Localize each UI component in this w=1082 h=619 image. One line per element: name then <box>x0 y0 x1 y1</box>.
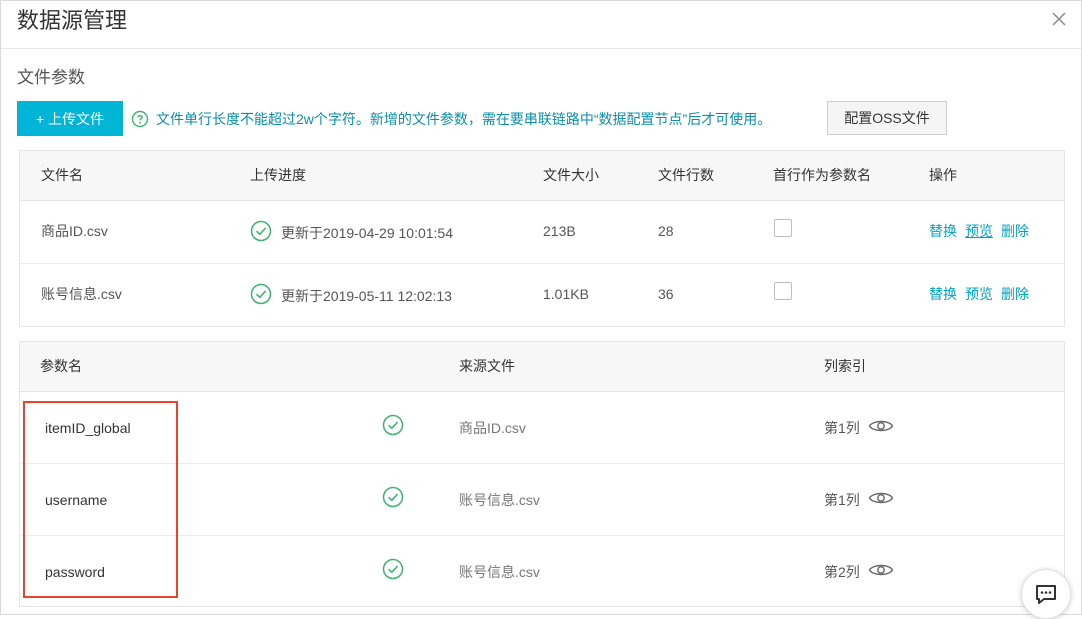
table-row: password 账号信息.csv 第2列 <box>20 536 1064 606</box>
success-check-icon <box>250 283 272 305</box>
upload-tip-text: 文件单行长度不能超过2w个字符。新增的文件参数，需在要串联链路中“数据配置节点”… <box>156 111 772 127</box>
params-table: 参数名 来源文件 列索引 itemID_global 商品ID.csv 第1列 … <box>19 341 1065 607</box>
files-table-header: 文件名 上传进度 文件大小 文件行数 首行作为参数名 操作 <box>20 151 1064 201</box>
file-lines: 28 <box>658 223 674 239</box>
upload-progress-text: 更新于2019-04-29 10:01:54 <box>281 225 453 241</box>
col-header-column-index: 列索引 <box>824 358 866 374</box>
success-check-icon <box>382 558 404 580</box>
configure-oss-button[interactable]: 配置OSS文件 <box>827 101 947 135</box>
column-index: 第1列 <box>824 420 860 436</box>
files-table: 文件名 上传进度 文件大小 文件行数 首行作为参数名 操作 商品ID.csv 更… <box>19 150 1065 327</box>
chat-bubble-icon <box>1036 585 1056 604</box>
preview-link[interactable]: 预览 <box>965 284 993 304</box>
first-row-header-checkbox[interactable] <box>774 219 792 237</box>
eye-icon[interactable] <box>868 562 894 578</box>
data-source-dialog: 数据源管理 文件参数 + 上传文件 文件单行长度不能超过2w个字符。新增的文件参… <box>0 0 1082 615</box>
file-size: 1.01KB <box>543 286 589 302</box>
col-header-source-file: 来源文件 <box>459 358 515 374</box>
eye-icon[interactable] <box>868 490 894 506</box>
file-lines: 36 <box>658 286 674 302</box>
delete-link[interactable]: 删除 <box>1001 221 1029 241</box>
success-check-icon <box>382 486 404 508</box>
chat-support-button[interactable] <box>1021 569 1071 619</box>
dialog-title: 数据源管理 <box>17 8 128 33</box>
col-header-lines: 文件行数 <box>658 167 714 183</box>
replace-link[interactable]: 替换 <box>929 284 957 304</box>
close-icon[interactable] <box>1051 11 1067 27</box>
source-file: 账号信息.csv <box>459 492 540 508</box>
section-title-file-params: 文件参数 <box>17 68 85 87</box>
param-name: itemID_global <box>45 420 131 436</box>
source-file: 账号信息.csv <box>459 564 540 580</box>
success-check-icon <box>382 414 404 436</box>
file-name: 账号信息.csv <box>41 286 122 302</box>
table-row: 商品ID.csv 更新于2019-04-29 10:01:54 213B 28 … <box>20 201 1064 264</box>
column-index: 第2列 <box>824 564 860 580</box>
file-name: 商品ID.csv <box>41 223 108 239</box>
col-header-filename: 文件名 <box>41 167 83 183</box>
delete-link[interactable]: 删除 <box>1001 284 1029 304</box>
replace-link[interactable]: 替换 <box>929 221 957 241</box>
param-name: password <box>45 564 105 580</box>
help-circle-icon <box>131 110 149 128</box>
param-name: username <box>45 492 108 508</box>
file-size: 213B <box>543 223 576 239</box>
col-header-size: 文件大小 <box>543 167 599 183</box>
dialog-header: 数据源管理 <box>1 1 1081 49</box>
success-check-icon <box>250 220 272 242</box>
column-index: 第1列 <box>824 492 860 508</box>
eye-icon[interactable] <box>868 418 894 434</box>
source-file: 商品ID.csv <box>459 420 526 436</box>
upload-progress-text: 更新于2019-05-11 12:02:13 <box>281 288 452 304</box>
col-header-first-row: 首行作为参数名 <box>773 167 871 183</box>
first-row-header-checkbox[interactable] <box>774 282 792 300</box>
upload-file-button[interactable]: + 上传文件 <box>17 101 123 136</box>
table-row: username 账号信息.csv 第1列 <box>20 464 1064 536</box>
preview-link[interactable]: 预览 <box>965 221 993 241</box>
col-header-param-name: 参数名 <box>40 358 82 374</box>
col-header-actions: 操作 <box>929 167 957 183</box>
table-row: 账号信息.csv 更新于2019-05-11 12:02:13 1.01KB 3… <box>20 264 1064 327</box>
params-table-header: 参数名 来源文件 列索引 <box>20 342 1064 392</box>
col-header-progress: 上传进度 <box>250 167 306 183</box>
table-row: itemID_global 商品ID.csv 第1列 <box>20 392 1064 464</box>
